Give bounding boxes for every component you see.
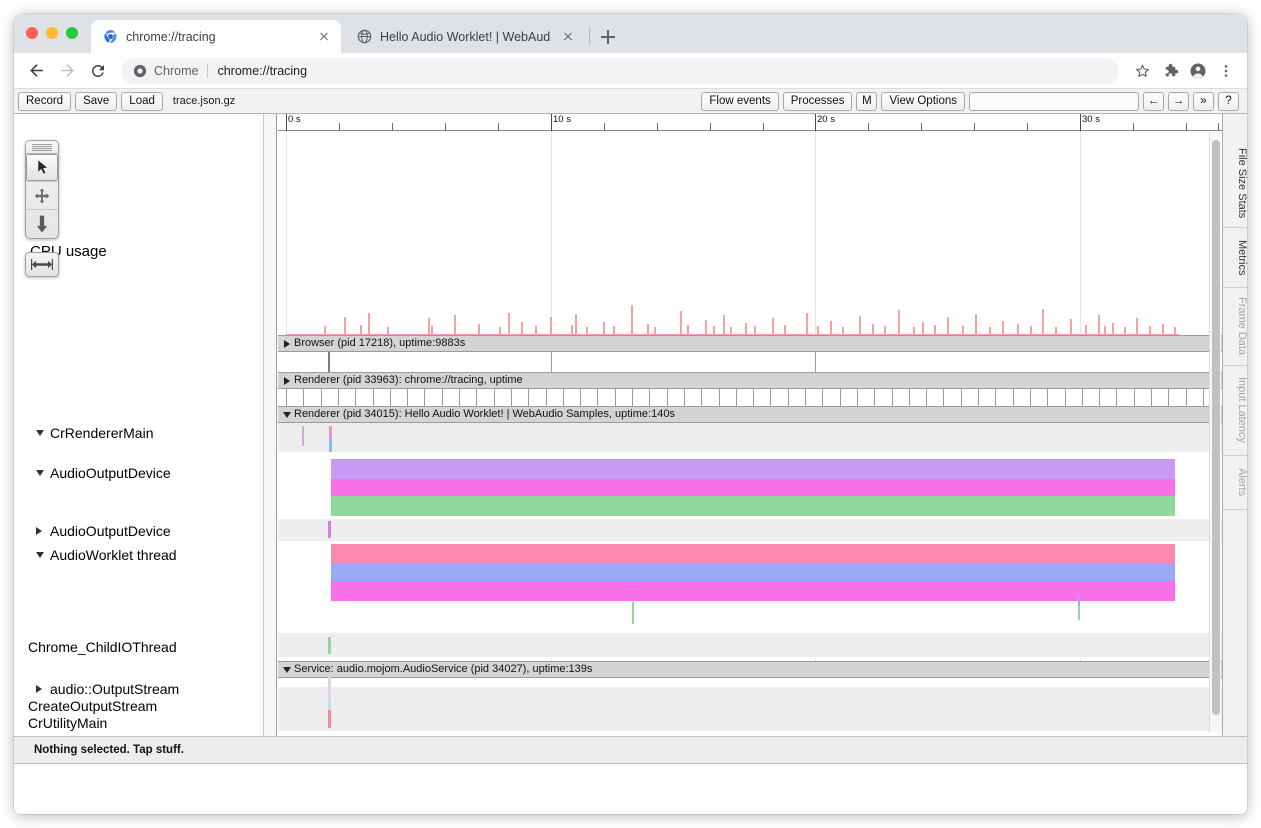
left-right-arrow-icon (31, 258, 53, 271)
chevron-down-icon[interactable] (36, 430, 44, 436)
timeline-pane: 0 s 10 s 20 s (278, 114, 1247, 736)
save-button[interactable]: Save (75, 92, 117, 111)
chevron-down-icon[interactable] (36, 470, 44, 476)
chevron-right-icon[interactable] (36, 527, 42, 535)
window-traffic-lights (26, 27, 78, 39)
pan-tool[interactable] (26, 182, 58, 210)
timeline-vertical-scrollbar[interactable] (1209, 132, 1221, 732)
slice-purple-band[interactable] (331, 459, 1175, 479)
four-way-arrow-icon (33, 187, 51, 205)
thread-label: AudioOutputDevice (50, 523, 171, 539)
reload-icon[interactable] (84, 57, 112, 85)
slice-purple[interactable] (302, 426, 304, 446)
vertical-zoom-tool[interactable] (26, 210, 58, 238)
load-button[interactable]: Load (121, 92, 163, 111)
tab-separator (589, 27, 590, 45)
palette-drag-handle[interactable] (26, 141, 58, 154)
tab-title: chrome://tracing (126, 29, 310, 45)
forward-arrow-icon[interactable] (53, 57, 81, 85)
slice-layer (278, 114, 1239, 736)
slice-periwinkle-band[interactable] (331, 564, 1175, 581)
horizontal-resize-tool[interactable] (25, 252, 59, 277)
new-tab-button[interactable] (597, 26, 619, 48)
side-tab-file-size-stats[interactable]: File Size Stats (1223, 140, 1247, 228)
side-tab-frame-data[interactable]: Frame Data (1223, 288, 1247, 366)
slice-lavender[interactable] (328, 676, 331, 700)
search-prev-button[interactable]: ← (1143, 92, 1164, 111)
side-tab-alerts[interactable]: Alerts (1223, 456, 1247, 510)
omnibox-scheme-label: Chrome (154, 64, 198, 78)
record-button[interactable]: Record (18, 92, 71, 111)
slice-blue[interactable] (329, 438, 332, 452)
tab-title: Hello Audio Worklet! | WebAud (380, 29, 554, 45)
tab-chrome-tracing[interactable]: chrome://tracing (91, 20, 341, 53)
slice-red[interactable] (328, 710, 331, 728)
back-arrow-icon[interactable] (22, 57, 50, 85)
window-footer (14, 764, 1247, 814)
slice-pink-band[interactable] (331, 544, 1175, 564)
help-button[interactable]: ? (1218, 92, 1239, 111)
puzzle-icon[interactable] (1157, 58, 1183, 84)
pane-splitter[interactable] (263, 114, 277, 736)
screenshot-root: chrome://tracing Hello Audio Worklet! | … (0, 0, 1261, 828)
slice-green-band[interactable] (331, 496, 1175, 516)
processes-button[interactable]: Processes (783, 92, 853, 111)
browser-toolbar: Chrome chrome://tracing (14, 53, 1247, 89)
slice-green-tick[interactable] (632, 602, 634, 624)
star-icon[interactable] (1129, 58, 1155, 84)
omnibox-url: chrome://tracing (217, 64, 307, 78)
three-dot-menu-icon[interactable] (1213, 58, 1239, 84)
analysis-side-tabs: File Size Stats Metrics Frame Data Input… (1222, 114, 1247, 736)
close-icon[interactable] (316, 29, 332, 45)
chrome-tracing-favicon (102, 29, 118, 45)
side-tab-input-latency[interactable]: Input Latency (1223, 366, 1247, 456)
loaded-filename: trace.json.gz (173, 95, 235, 107)
thread-label: CrRendererMain (50, 425, 153, 441)
chrome-shield-icon (133, 64, 147, 78)
thread-label: CrUtilityMain (28, 715, 107, 731)
tab-hello-audio-worklet[interactable]: Hello Audio Worklet! | WebAud (345, 20, 585, 53)
slice-green-tick-2[interactable] (1078, 606, 1080, 620)
slice-green-io[interactable] (328, 637, 331, 654)
thread-label: AudioWorklet thread (50, 547, 177, 563)
thread-label: audio::OutputStream (50, 681, 179, 697)
tracing-toolbar-right: Flow events Processes M View Options ← →… (701, 89, 1243, 114)
scrollbar-thumb[interactable] (1212, 140, 1220, 715)
slice-magenta-band[interactable] (331, 479, 1175, 496)
chevron-right-icon[interactable] (36, 685, 42, 693)
minimize-window-button[interactable] (46, 27, 58, 39)
view-options-button[interactable]: View Options (881, 92, 965, 111)
cursor-arrow-icon (34, 159, 51, 176)
chevron-down-icon[interactable] (36, 552, 44, 558)
search-next-button[interactable]: → (1168, 92, 1189, 111)
tracing-toolbar: Record Save Load trace.json.gz Flow even… (14, 89, 1247, 114)
status-message: Nothing selected. Tap stuff. (34, 744, 184, 756)
address-bar[interactable]: Chrome chrome://tracing (121, 58, 1119, 84)
tool-palette[interactable] (25, 140, 59, 239)
slice-purple-tick[interactable] (328, 521, 331, 538)
flow-events-button[interactable]: Flow events (701, 92, 778, 111)
metrics-button[interactable]: M (856, 92, 877, 111)
selection-tool[interactable] (26, 154, 58, 182)
maximize-window-button[interactable] (66, 27, 78, 39)
side-tab-metrics[interactable]: Metrics (1223, 228, 1247, 288)
overflow-button[interactable]: » (1193, 92, 1214, 111)
browser-window: chrome://tracing Hello Audio Worklet! | … (14, 14, 1247, 814)
down-arrow-icon (34, 214, 50, 234)
thread-label: Chrome_ChildIOThread (28, 639, 177, 655)
thread-label: AudioOutputDevice (50, 465, 171, 481)
close-window-button[interactable] (26, 27, 38, 39)
thread-label: CreateOutputStream (28, 698, 157, 714)
tab-strip: chrome://tracing Hello Audio Worklet! | … (14, 14, 1247, 53)
search-input[interactable] (969, 92, 1139, 111)
close-icon[interactable] (560, 29, 576, 45)
slice-magenta-band[interactable] (331, 581, 1175, 601)
slice-cyan[interactable] (328, 700, 331, 710)
globe-favicon (356, 29, 372, 45)
tracing-main-view: CPU usage CrRendererMain AudioOutputDevi… (14, 114, 1247, 736)
omnibox-divider (207, 64, 208, 78)
account-avatar-icon[interactable] (1185, 58, 1211, 84)
slice-pink[interactable] (329, 426, 332, 438)
status-bar: Nothing selected. Tap stuff. (14, 736, 1247, 764)
